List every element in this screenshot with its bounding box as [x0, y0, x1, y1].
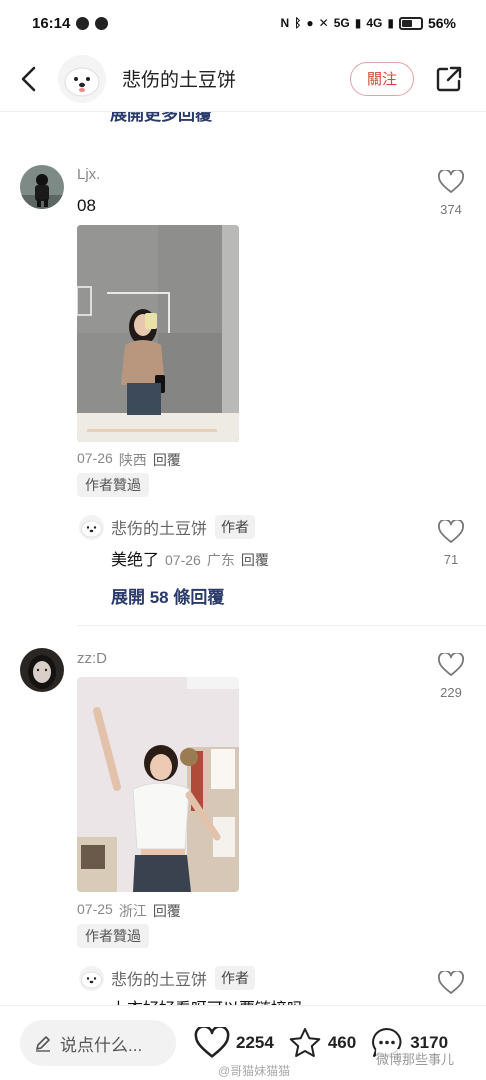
- comment-text: 08: [77, 196, 96, 215]
- author-liked-badge: 作者贊過: [77, 924, 149, 948]
- reply-button[interactable]: 回覆: [153, 901, 181, 921]
- reply-author-avatar[interactable]: [79, 966, 104, 991]
- comment-location: 陕西: [118, 452, 147, 468]
- reply-author: 悲伤的土豆饼 作者: [111, 966, 256, 990]
- heart-icon[interactable]: [438, 971, 464, 995]
- signal-4g-label: 4G: [366, 16, 383, 30]
- post-collect-count: 460: [327, 1033, 357, 1052]
- like-count: 374: [440, 202, 462, 217]
- reply-author-name[interactable]: 悲伤的土豆饼: [111, 515, 207, 539]
- comment-divider: [77, 625, 486, 626]
- wechat-notification-icon: [95, 16, 109, 30]
- follow-button[interactable]: 關注: [350, 61, 414, 96]
- comment-meta: 07-26 陕西 回覆: [77, 450, 181, 470]
- comment-photo[interactable]: [77, 225, 239, 442]
- reply-author-name[interactable]: 悲伤的土豆饼: [111, 966, 207, 990]
- author-liked-badge: 作者贊過: [77, 473, 149, 497]
- reply-author-avatar[interactable]: [79, 515, 104, 540]
- comment-date: 07-26: [77, 450, 113, 466]
- commenter-name[interactable]: Ljx.: [77, 166, 100, 183]
- reply-text: 美绝了: [111, 552, 160, 569]
- commenter-name[interactable]: zz:D: [77, 650, 107, 667]
- commenter-avatar[interactable]: [20, 648, 64, 692]
- reply-content: 美绝了 07-26 广东 回覆: [111, 546, 269, 570]
- comment-meta: 07-25 浙江 回覆: [77, 901, 181, 921]
- post-like-count: 2254: [236, 1033, 274, 1052]
- author-name[interactable]: 悲伤的土豆饼: [122, 65, 236, 92]
- comment-date: 07-25: [77, 901, 113, 917]
- reply-button[interactable]: 回覆: [153, 450, 181, 470]
- status-time: 16:14: [32, 14, 71, 32]
- reply-author: 悲伤的土豆饼 作者: [111, 515, 256, 539]
- nfc-icon: N: [280, 16, 290, 30]
- collect-post-button[interactable]: 460: [288, 1026, 356, 1060]
- comment-like[interactable]: 229: [436, 653, 466, 700]
- reply-like[interactable]: [436, 971, 466, 995]
- heart-icon[interactable]: [438, 520, 464, 544]
- mute-icon: ✕: [318, 16, 329, 30]
- heart-icon[interactable]: [438, 170, 464, 194]
- star-icon: [289, 1028, 321, 1057]
- author-tag: 作者: [215, 966, 256, 990]
- signal-bars-icon: ▮: [354, 16, 362, 30]
- reply-location: 广东: [206, 552, 235, 568]
- comment-photo[interactable]: [77, 677, 239, 892]
- expand-replies-link[interactable]: 展開 58 條回覆: [111, 583, 224, 608]
- author-avatar[interactable]: [58, 54, 106, 103]
- comment-input-placeholder: 说点什么...: [60, 1035, 143, 1055]
- like-post-button[interactable]: 2254: [194, 1027, 274, 1059]
- author-tag: 作者: [215, 515, 256, 539]
- reply-date: 07-26: [165, 552, 201, 568]
- bluetooth-icon: ᛒ: [294, 16, 302, 30]
- comment-input[interactable]: 说点什么...: [20, 1020, 176, 1066]
- share-icon[interactable]: [422, 52, 476, 106]
- comment-like[interactable]: 374: [436, 170, 466, 217]
- reply-button[interactable]: 回覆: [241, 550, 269, 570]
- commenter-avatar[interactable]: [20, 165, 64, 209]
- watermark-weibo-user: @哥猫妹猫猫: [218, 1064, 291, 1078]
- status-bar: 16:14 N ᛒ ● ✕ 5G ▮ 4G ▮ 56%: [0, 0, 486, 46]
- back-arrow-icon[interactable]: [2, 52, 56, 106]
- heart-icon: [194, 1027, 230, 1058]
- pencil-icon: [36, 1036, 50, 1052]
- watermark-account: 微博那些事儿: [376, 1049, 455, 1068]
- signal-5g-label: 5G: [333, 16, 350, 30]
- like-count: 71: [443, 552, 459, 567]
- battery-percent: 56%: [427, 15, 456, 31]
- heart-icon[interactable]: [438, 653, 464, 677]
- like-count: 229: [440, 685, 462, 700]
- comment-location: 浙江: [118, 903, 147, 919]
- battery-icon: [398, 16, 423, 30]
- app-notification-icon: [76, 16, 90, 30]
- reply-like[interactable]: 71: [436, 520, 466, 567]
- location-icon: ●: [306, 16, 314, 30]
- page-header: 悲伤的土豆饼 關注: [0, 46, 486, 112]
- signal-bars-icon: ▮: [387, 16, 394, 30]
